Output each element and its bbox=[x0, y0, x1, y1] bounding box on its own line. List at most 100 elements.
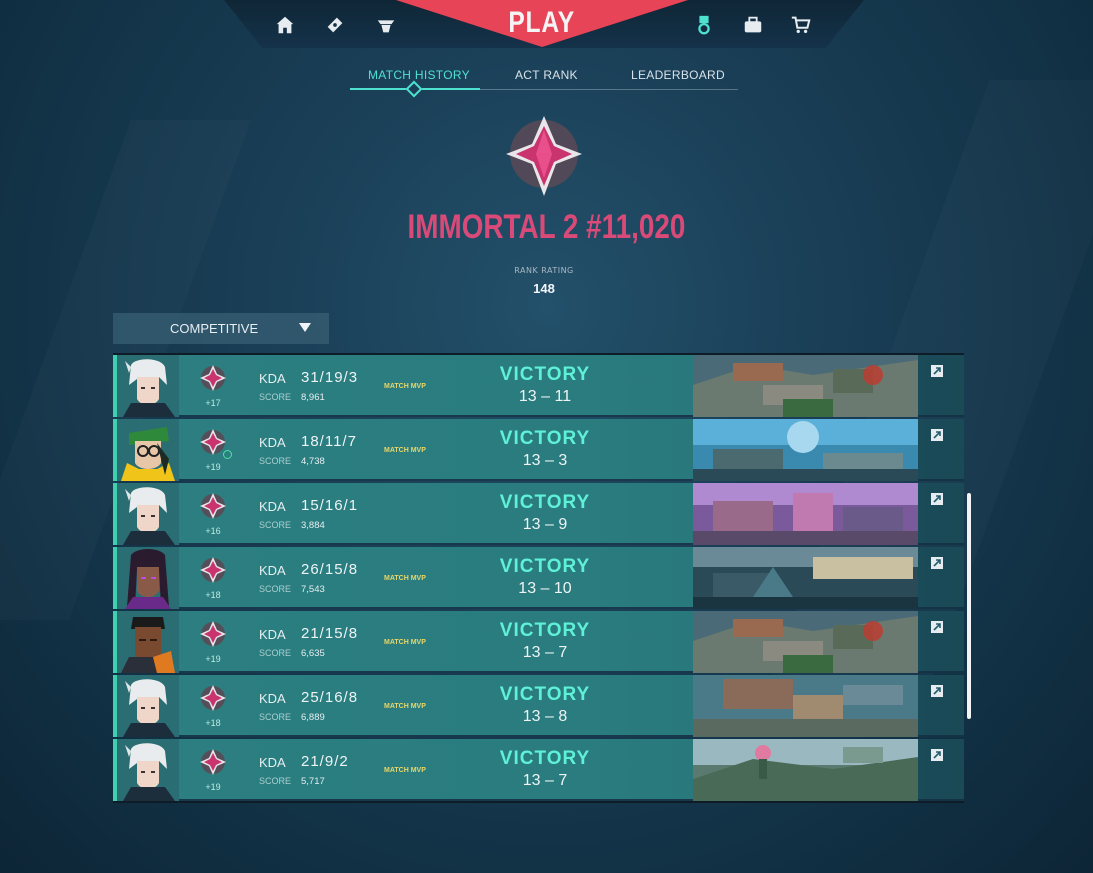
match-mvp-badge: MATCH MVP bbox=[384, 703, 426, 710]
career-icon[interactable] bbox=[692, 13, 716, 37]
rank-up-icon bbox=[223, 450, 232, 459]
kda-label: KDA bbox=[259, 499, 286, 514]
rank-mini-icon bbox=[199, 492, 227, 520]
match-mvp-badge: MATCH MVP bbox=[384, 575, 426, 582]
match-mvp-badge: MATCH MVP bbox=[384, 767, 426, 774]
match-details-button[interactable] bbox=[918, 483, 964, 545]
tab-match-history[interactable]: MATCH HISTORY bbox=[368, 68, 470, 82]
match-details-button[interactable] bbox=[918, 355, 964, 417]
expand-icon bbox=[931, 557, 943, 569]
score-label: SCORE bbox=[259, 456, 292, 466]
final-score: 13 – 7 bbox=[522, 644, 568, 661]
map-thumbnail bbox=[693, 355, 918, 417]
map-thumbnail bbox=[693, 739, 918, 801]
rr-gain: +19 bbox=[205, 654, 221, 664]
kda-value: 21/9/2 bbox=[301, 753, 349, 770]
collection-icon[interactable] bbox=[741, 13, 765, 37]
match-result: VICTORY bbox=[499, 684, 591, 705]
combat-score: 8,961 bbox=[301, 392, 325, 403]
rr-gain: +17 bbox=[205, 398, 221, 408]
match-details-button[interactable] bbox=[918, 675, 964, 737]
score-label: SCORE bbox=[259, 776, 292, 786]
match-result: VICTORY bbox=[499, 620, 591, 641]
score-label: SCORE bbox=[259, 392, 292, 402]
agents-icon[interactable] bbox=[374, 13, 398, 37]
agent-portrait bbox=[117, 739, 179, 801]
final-score: 13 – 9 bbox=[522, 516, 568, 533]
rank-title: IMMORTAL 2 #11,020 bbox=[407, 208, 686, 246]
kda-value: 18/11/7 bbox=[301, 433, 357, 450]
rank-rating-value: 148 bbox=[533, 281, 555, 296]
kda-label: KDA bbox=[259, 627, 286, 642]
kda-value: 31/19/3 bbox=[301, 369, 359, 386]
map-thumbnail bbox=[693, 547, 918, 609]
rr-gain: +18 bbox=[205, 590, 221, 600]
score-label: SCORE bbox=[259, 520, 292, 530]
final-score: 13 – 3 bbox=[522, 452, 568, 469]
active-tab-diamond-icon bbox=[405, 80, 423, 98]
tab-act-rank[interactable]: ACT RANK bbox=[515, 68, 578, 82]
expand-icon bbox=[931, 493, 943, 505]
match-result: VICTORY bbox=[499, 556, 591, 577]
combat-score: 5,717 bbox=[301, 776, 325, 787]
queue-filter-value: COMPETITIVE bbox=[170, 321, 259, 336]
kda-value: 21/15/8 bbox=[301, 625, 359, 642]
agent-portrait bbox=[117, 483, 179, 545]
match-result: VICTORY bbox=[499, 364, 591, 385]
immortal-rank-icon bbox=[504, 110, 584, 198]
match-mvp-badge: MATCH MVP bbox=[384, 383, 426, 390]
agent-portrait bbox=[117, 547, 179, 609]
map-thumbnail bbox=[693, 419, 918, 481]
match-result: VICTORY bbox=[499, 492, 591, 513]
match-row[interactable]: +16 KDA 15/16/1 SCORE 3,884 VICTORY 13 –… bbox=[113, 483, 964, 545]
final-score: 13 – 11 bbox=[518, 388, 572, 405]
rr-gain: +19 bbox=[205, 782, 221, 792]
expand-icon bbox=[931, 621, 943, 633]
score-label: SCORE bbox=[259, 712, 292, 722]
match-row[interactable]: +19 KDA 21/9/2 SCORE 5,717 MATCH MVP VIC… bbox=[113, 739, 964, 801]
final-score: 13 – 10 bbox=[518, 580, 572, 597]
expand-icon bbox=[931, 685, 943, 697]
match-row[interactable]: +18 KDA 25/16/8 SCORE 6,889 MATCH MVP VI… bbox=[113, 675, 964, 737]
queue-filter-dropdown[interactable]: COMPETITIVE bbox=[113, 313, 329, 344]
match-details-button[interactable] bbox=[918, 547, 964, 609]
rank-mini-icon bbox=[199, 620, 227, 648]
home-icon[interactable] bbox=[273, 13, 297, 37]
kda-value: 15/16/1 bbox=[301, 497, 359, 514]
match-row[interactable]: +18 KDA 26/15/8 SCORE 7,543 MATCH MVP VI… bbox=[113, 547, 964, 609]
scrollbar-thumb[interactable] bbox=[967, 493, 971, 719]
kda-label: KDA bbox=[259, 563, 286, 578]
combat-score: 3,884 bbox=[301, 520, 325, 531]
rr-gain: +19 bbox=[205, 462, 221, 472]
match-mvp-badge: MATCH MVP bbox=[384, 447, 426, 454]
match-row[interactable]: +19 KDA 21/15/8 SCORE 6,635 MATCH MVP VI… bbox=[113, 611, 964, 673]
store-icon[interactable] bbox=[789, 13, 813, 37]
match-result: VICTORY bbox=[499, 428, 591, 449]
match-history-list: +17 KDA 31/19/3 SCORE 8,961 MATCH MVP VI… bbox=[113, 353, 964, 803]
rr-gain: +16 bbox=[205, 526, 221, 536]
match-row[interactable]: +19 KDA 18/11/7 SCORE 4,738 MATCH MVP VI… bbox=[113, 419, 964, 481]
score-label: SCORE bbox=[259, 648, 292, 658]
kda-label: KDA bbox=[259, 371, 286, 386]
battlepass-icon[interactable] bbox=[323, 13, 347, 37]
match-details-button[interactable] bbox=[918, 419, 964, 481]
agent-portrait bbox=[117, 675, 179, 737]
map-thumbnail bbox=[693, 611, 918, 673]
kda-label: KDA bbox=[259, 691, 286, 706]
match-details-button[interactable] bbox=[918, 611, 964, 673]
match-details-button[interactable] bbox=[918, 739, 964, 801]
match-row[interactable]: +17 KDA 31/19/3 SCORE 8,961 MATCH MVP VI… bbox=[113, 355, 964, 417]
combat-score: 6,635 bbox=[301, 648, 325, 659]
combat-score: 6,889 bbox=[301, 712, 325, 723]
combat-score: 7,543 bbox=[301, 584, 325, 595]
rank-mini-icon bbox=[199, 684, 227, 712]
kda-label: KDA bbox=[259, 435, 286, 450]
tab-leaderboard[interactable]: LEADERBOARD bbox=[631, 68, 725, 82]
rank-rating-label: RANK RATING bbox=[514, 266, 574, 275]
rr-gain: +18 bbox=[205, 718, 221, 728]
kda-value: 25/16/8 bbox=[301, 689, 359, 706]
kda-value: 26/15/8 bbox=[301, 561, 359, 578]
rank-mini-icon bbox=[199, 748, 227, 776]
agent-portrait bbox=[117, 611, 179, 673]
map-thumbnail bbox=[693, 483, 918, 545]
